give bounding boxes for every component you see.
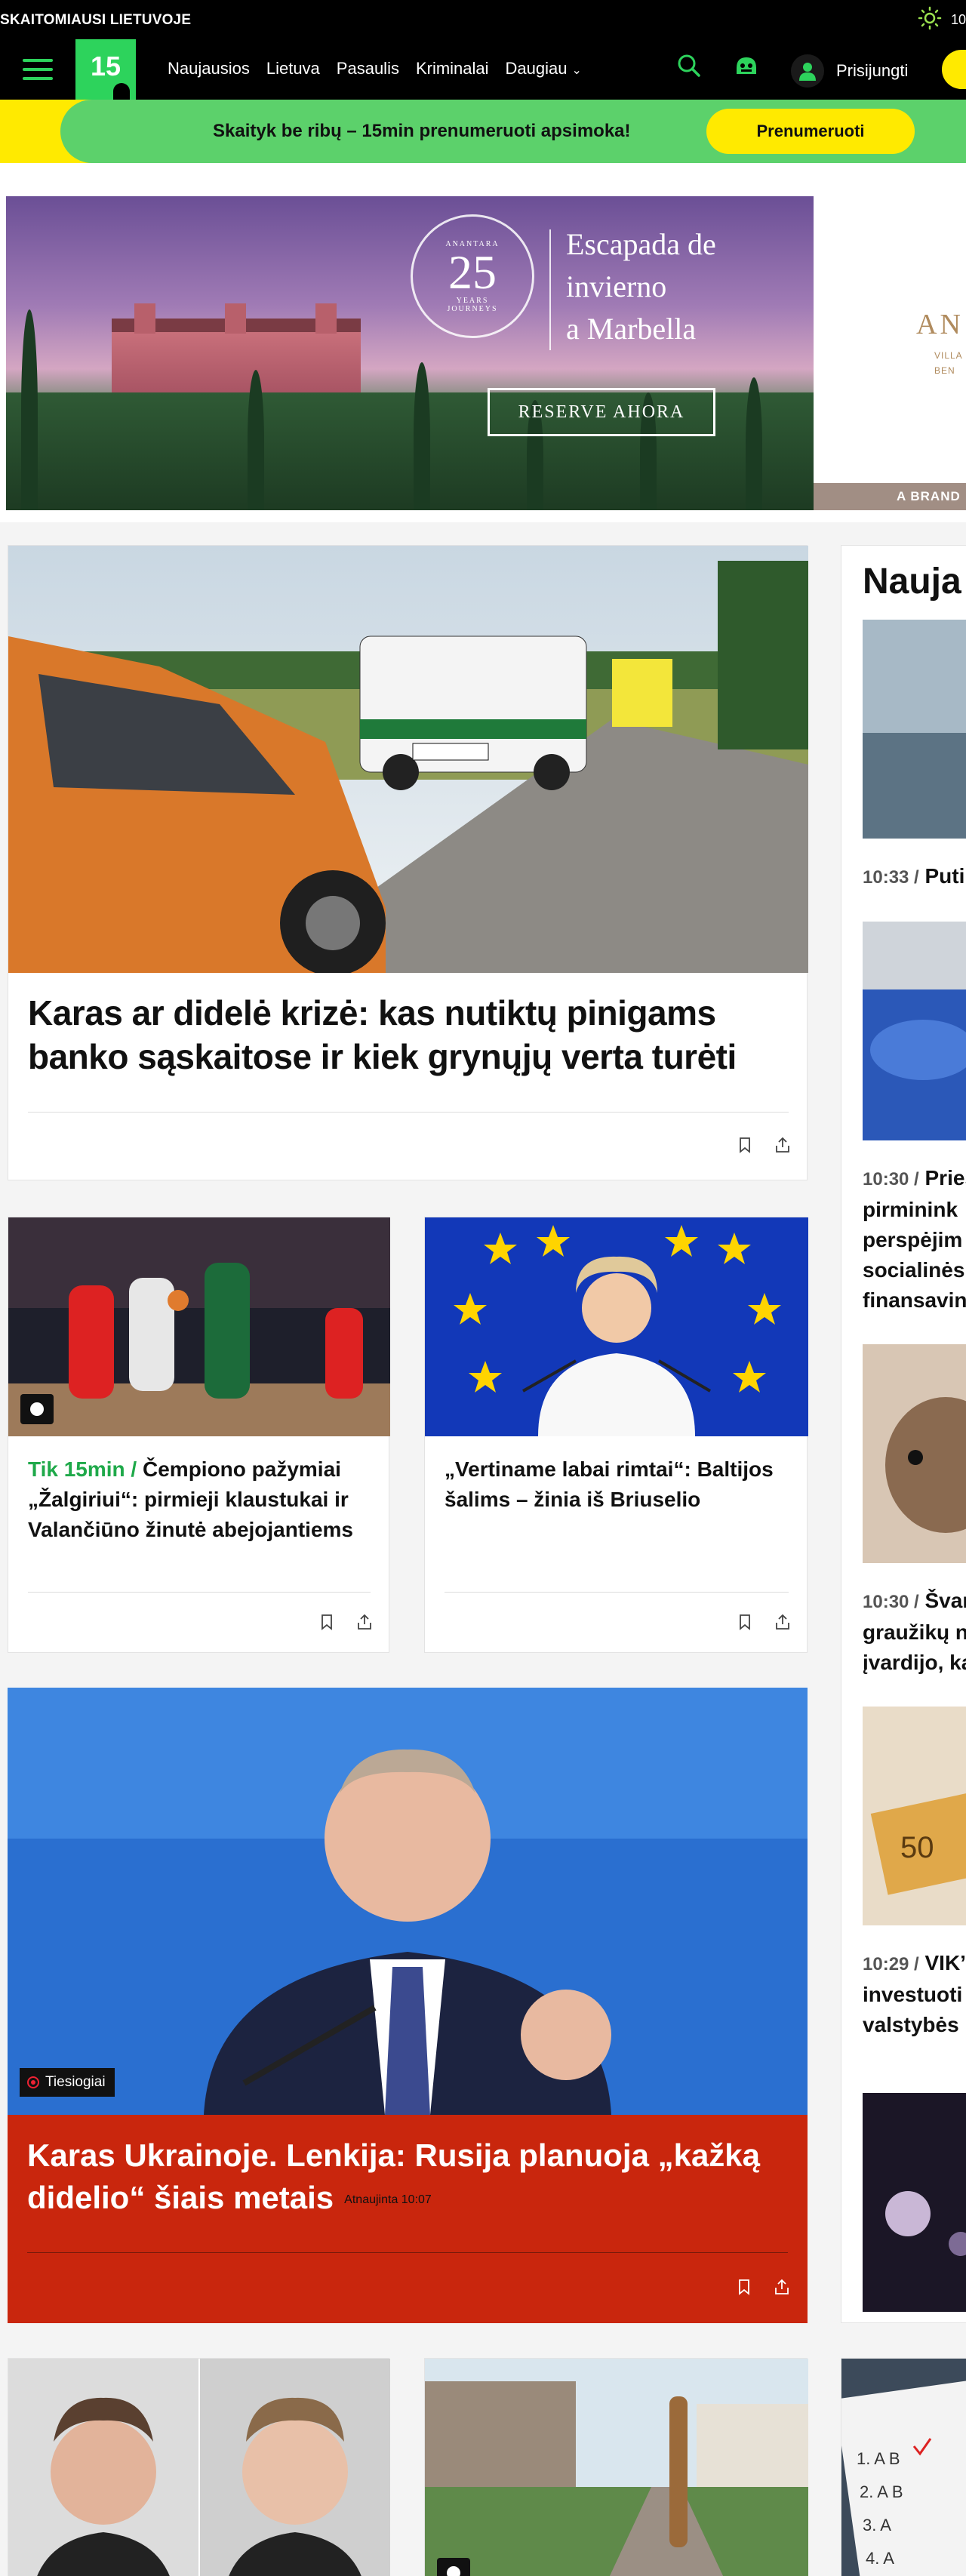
user-avatar-icon [791,54,824,88]
story-title[interactable]: „Vertiname labai rimtai“: Baltijos šalim… [445,1454,792,1515]
story-card[interactable] [8,2358,390,2576]
portraits-image [8,2359,390,2576]
ad-brand-bar: A BRAND [814,483,966,510]
latest-news-time: 10:33 / [863,867,919,888]
bookmark-icon[interactable] [318,1613,336,1631]
nav-item-daugiau-label: Daugiau [505,59,568,78]
latest-news-thumb [863,2093,966,2312]
latest-news-item[interactable] [863,2093,966,2312]
test-sheet-image: 1. A B 2. A B 3. A 4. A [841,2359,966,2576]
temperature: 10 [950,11,966,27]
ad-anniversary-seal: ANANTARA 25 YEARS JOURNEYS [411,214,534,338]
latest-news-time: 10:30 / [863,1592,919,1612]
weather-sun-icon [918,6,942,30]
promo-text: Skaityk be ribų – 15min prenumeruoti aps… [213,121,631,141]
share-icon[interactable] [774,1136,792,1154]
story-title[interactable]: Tik 15min / Čempiono pažymiai „Žalgiriui… [28,1454,375,1545]
latest-news-text: 10:30 / Priespirmininkperspėjimsocialinė… [863,1166,966,1312]
latest-news-text: 10:29 / VIK’oinvestuotivalstybės [863,1951,966,2036]
live-dot-icon [27,2076,39,2088]
live-story-title[interactable]: Karas Ukrainoje. Lenkija: Rusija planuoj… [27,2134,782,2221]
main-nav: 15 Naujausios Lietuva Pasaulis Kriminala… [0,39,966,100]
latest-news-item[interactable]: 10:33 / Putin [863,620,966,893]
eu-flag-image [425,1217,808,1436]
nav-item-pasaulis[interactable]: Pasaulis [337,59,399,78]
latest-news-thumb [863,620,966,839]
ad-seal-number: 25 [448,245,497,299]
nav-menu: Naujausios Lietuva Pasaulis Kriminalai D… [168,59,582,78]
nav-item-daugiau[interactable]: Daugiau ⌄ [506,59,582,78]
latest-news-title: Nauja [863,562,961,602]
ad-brand-mark: AN [916,309,964,340]
bookmark-icon[interactable] [736,1613,754,1631]
ad-seal-years: YEARS [456,296,489,305]
live-badge: Tiesiogiai [20,2068,115,2097]
nav-item-kriminalai[interactable]: Kriminalai [416,59,489,78]
nav-item-lietuva[interactable]: Lietuva [266,59,320,78]
svg-text:3. A: 3. A [863,2516,891,2534]
latest-news-thumb: 50 [863,1707,966,1925]
main-story-title[interactable]: Karas ar didelė krizė: kas nutiktų pinig… [28,991,783,1079]
subscribe-pill-button[interactable] [942,50,966,89]
share-icon[interactable] [774,1613,792,1631]
latest-news-thumb [863,1344,966,1563]
latest-news-time: 10:29 / [863,1954,919,1974]
latest-news-text: 10:33 / Putin [863,864,966,888]
story-card[interactable] [424,2358,808,2576]
ad-banner[interactable]: ANANTARA 25 YEARS JOURNEYS Escapada de i… [6,196,814,510]
games-icon[interactable] [732,53,761,78]
site-logo[interactable]: 15 [75,39,136,100]
logo-text: 15 [90,51,122,82]
menu-hamburger-icon[interactable] [23,56,53,83]
search-icon[interactable] [676,53,702,78]
share-icon[interactable] [355,1613,374,1631]
promo-banner: Skaityk be ribų – 15min prenumeruoti aps… [0,100,966,163]
main-story-card[interactable]: Karas ar didelė krizė: kas nutiktų pinig… [8,545,808,1180]
latest-news-thumb [863,922,966,1140]
latest-news-time: 10:30 / [863,1169,919,1190]
ad-seal-bottom: JOURNEYS [447,304,498,313]
latest-news-item[interactable]: 50 10:29 / VIK’oinvestuotivalstybės [863,1707,966,2040]
garden-image [425,2359,808,2576]
ad-reserve-button[interactable]: RESERVE AHORA [488,388,715,436]
top-strip: SKAITOMIAUSI LIETUVOJE 10 [0,0,966,39]
basketball-image [8,1217,390,1436]
bookmark-icon[interactable] [736,1136,754,1154]
latest-news-column: Nauja 10:33 / Putin 10:30 / Priespirmini… [841,545,966,2323]
live-badge-label: Tiesiogiai [45,2074,106,2090]
latest-news-text: 10:30 / Švargraužikų nįvardijo, ka [863,1589,966,1674]
login-label: Prisijungti [836,61,909,80]
weather-widget[interactable]: 10 [916,6,966,33]
svg-text:1. A B: 1. A B [857,2449,900,2468]
updated-time: Atnaujinta 10:07 [344,2193,432,2206]
chevron-down-icon: ⌄ [571,64,582,77]
svg-text:4. A: 4. A [866,2549,894,2568]
story-card[interactable]: 1. A B 2. A B 3. A 4. A [841,2358,966,2576]
live-story-image [8,1688,808,2115]
story-prefix: Tik 15min / [28,1457,137,1481]
latest-news-item[interactable]: 10:30 / Švargraužikų nįvardijo, ka [863,1344,966,1678]
subscribe-button[interactable]: Prenumeruoti [706,109,915,154]
police-van [359,636,587,790]
story-card[interactable]: Tik 15min / Čempiono pažymiai „Žalgiriui… [8,1217,390,1653]
nav-item-naujausios[interactable]: Naujausios [168,59,250,78]
ad-headline: Escapada de invierno a Marbella [566,227,716,346]
svg-text:50: 50 [900,1831,934,1864]
latest-news-item[interactable]: 10:30 / Priespirmininkperspėjimsocialinė… [863,922,966,1316]
svg-text:2. A B: 2. A B [860,2482,903,2501]
live-story-card[interactable]: Tiesiogiai Karas Ukrainoje. Lenkija: Rus… [8,1688,808,2323]
share-icon[interactable] [773,2278,791,2296]
nav-icons [676,53,761,78]
main-story-image [8,546,808,973]
ad-banner-secondary[interactable]: AN VILLA BEN A BRAND [814,196,966,510]
site-tagline: SKAITOMIAUSI LIETUVOJE [0,12,192,28]
bookmark-icon[interactable] [735,2278,753,2296]
story-card[interactable]: „Vertiname labai rimtai“: Baltijos šalim… [424,1217,808,1653]
login-button[interactable]: Prisijungti [791,54,908,88]
